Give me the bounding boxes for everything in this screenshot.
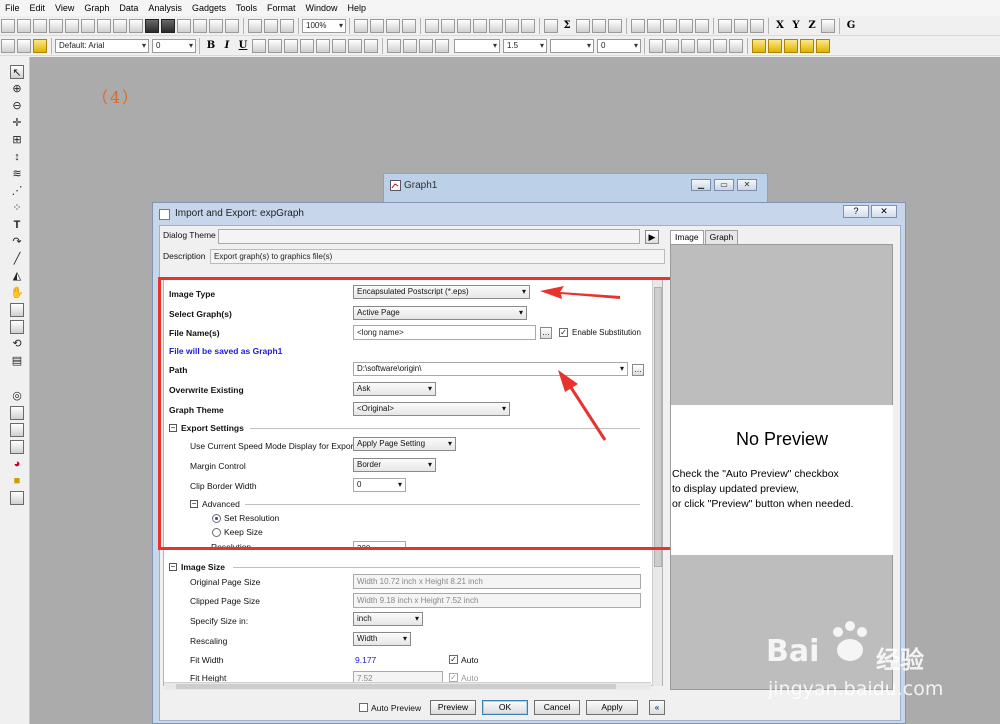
no-preview-message: Check the "Auto Preview" checkbox to dis… [672,468,854,510]
ok-button[interactable]: OK [482,700,528,715]
watermark-url: jingyan.baidu.com [768,678,944,700]
baidu-watermark: Bai 经验 jingyan.baidu.com [762,612,1000,724]
watermark-brand-cn: 经验 [876,646,924,674]
apply-button[interactable]: Apply [586,700,638,715]
preview-button[interactable]: Preview [430,700,476,715]
auto-preview-checkbox[interactable] [359,703,368,712]
arrow-to-image-type [540,286,620,299]
preview-tabs: Image Graph [670,230,739,244]
paw-icon [833,621,867,661]
auto-preview-label: Auto Preview [371,703,422,713]
arrow-to-path [558,370,607,441]
cancel-button[interactable]: Cancel [534,700,580,715]
no-preview-title: No Preview [735,429,829,449]
tab-image[interactable]: Image [670,230,704,244]
no-preview-card: No Preview Check the "Auto Preview" chec… [671,405,893,555]
collapse-panel-button[interactable]: « [649,700,665,715]
tab-graph[interactable]: Graph [704,230,739,244]
watermark-brand: Bai [766,634,820,669]
